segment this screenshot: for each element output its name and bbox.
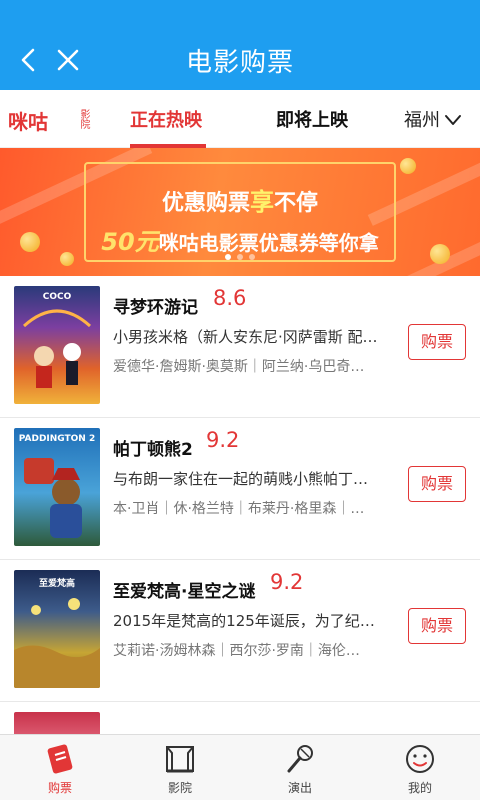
profile-icon: [406, 745, 434, 773]
movie-item[interactable]: PADDINGTON 2 帕丁顿熊2 9.2 与布朗一家住在一起的萌贱小熊帕丁……: [0, 418, 480, 560]
movie-item[interactable]: COCO 寻梦环游记 8.6 小男孩米格（新人安东尼·冈萨雷斯 配… 爱德华·詹…: [0, 276, 480, 418]
city-selector[interactable]: 福州: [404, 106, 440, 132]
chevron-down-icon[interactable]: [444, 114, 462, 126]
nav-cinema-label: 影院: [167, 781, 192, 795]
page-title: 电影购票: [185, 48, 294, 78]
movie-cast: 艾莉诺·汤姆林森｜西尔莎·罗南｜海伦…: [113, 643, 360, 659]
movie-description: 小男孩米格（新人安东尼·冈萨雷斯 配…: [113, 328, 378, 346]
movie-poster: 至爱梵高: [14, 570, 100, 688]
movie-cast: 本·卫肖｜休·格兰特｜布莱丹·格里森｜…: [113, 501, 365, 517]
movie-score: 8.6: [213, 286, 247, 310]
movie-poster: COCO: [14, 286, 100, 404]
movie-item[interactable]: 至爱梵高 至爱梵高·星空之谜 9.2 2015年是梵高的125年诞辰，为了纪念……: [0, 560, 480, 702]
nav-tickets[interactable]: 购票: [20, 741, 100, 799]
nav-shows[interactable]: 演出: [260, 741, 340, 799]
cinema-icon: [166, 746, 194, 773]
movie-poster: PADDINGTON 2: [14, 428, 100, 546]
nav-mine-label: 我的: [407, 781, 432, 795]
buy-ticket-button[interactable]: 购票: [408, 324, 466, 360]
logo-subtext: 影院: [78, 109, 89, 129]
tab-bar: 咪咕 影院 正在热映 即将上映 福州: [0, 90, 480, 148]
buy-ticket-button[interactable]: 购票: [408, 466, 466, 502]
movie-score: 9.2: [206, 428, 240, 452]
movie-title: 至爱梵高·星空之谜: [113, 582, 256, 602]
logo-text: 咪咕: [8, 110, 48, 134]
ticket-icon: [47, 744, 73, 774]
nav-tickets-label: 购票: [47, 781, 72, 795]
buy-ticket-button[interactable]: 购票: [408, 608, 466, 644]
banner-headline: 优惠购票享不停: [161, 188, 319, 216]
movie-description: 2015年是梵高的125年诞辰，为了纪念…: [113, 612, 385, 630]
migu-logo: 咪咕 影院: [8, 106, 92, 134]
movie-score: 9.2: [270, 570, 304, 594]
coin-icon: [400, 158, 416, 174]
nav-mine[interactable]: 我的: [380, 741, 460, 799]
nav-shows-label: 演出: [287, 781, 312, 795]
movie-title: 帕丁顿熊2: [113, 440, 193, 460]
nav-cinema[interactable]: 影院: [140, 741, 220, 799]
microphone-icon: [287, 745, 313, 773]
promo-banner[interactable]: 优惠购票享不停 50元咪咕电影票优惠券等你拿: [0, 148, 480, 276]
tab-now-showing[interactable]: 正在热映: [130, 106, 202, 132]
carousel-dots: [0, 245, 480, 264]
tab-coming-soon[interactable]: 即将上映: [276, 106, 348, 132]
movie-cast: 爱德华·詹姆斯·奥莫斯｜阿兰纳·乌巴奇…: [113, 359, 365, 375]
movie-title: 寻梦环游记: [113, 298, 198, 318]
bottom-nav: 购票 影院 演出 我的: [0, 734, 480, 800]
movie-description: 与布朗一家住在一起的萌贱小熊帕丁…: [113, 470, 369, 488]
app-header: 电影购票: [0, 0, 480, 90]
